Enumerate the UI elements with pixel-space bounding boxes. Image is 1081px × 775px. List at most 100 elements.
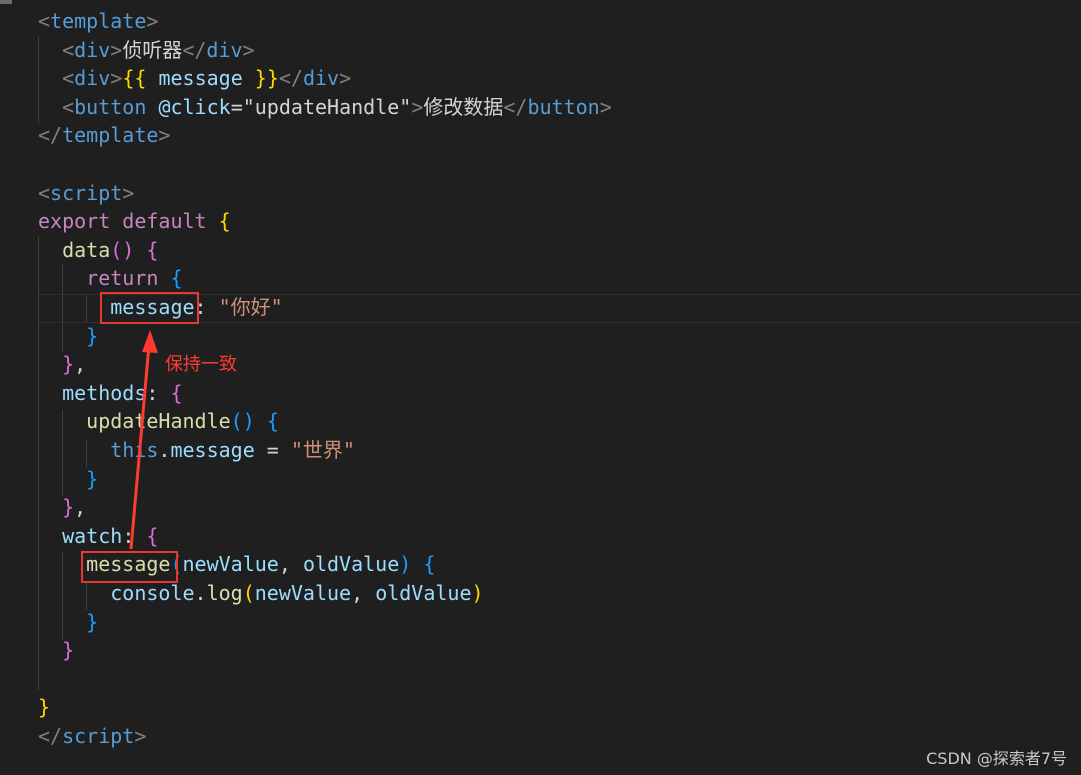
code-token: { bbox=[266, 409, 279, 434]
code-token: = bbox=[254, 438, 291, 462]
code-token: > bbox=[110, 66, 123, 91]
code-token: { bbox=[218, 209, 231, 234]
code-token: newValue bbox=[182, 552, 279, 577]
code-token: > bbox=[110, 37, 123, 62]
code-line[interactable]: } bbox=[38, 322, 98, 351]
code-token: updateHandle bbox=[86, 409, 231, 434]
code-line[interactable]: </template> bbox=[38, 121, 170, 150]
code-token: console bbox=[110, 581, 195, 605]
code-line[interactable]: } bbox=[38, 608, 98, 637]
code-line[interactable]: <button @click="updateHandle">修改数据</butt… bbox=[38, 93, 612, 122]
code-token: </ bbox=[38, 123, 63, 148]
code-line[interactable]: }, bbox=[38, 350, 86, 379]
annotation-label: 保持一致 bbox=[165, 354, 237, 375]
code-token: newValue bbox=[254, 581, 352, 605]
code-token: } bbox=[38, 695, 51, 720]
code-line[interactable]: <div>侦听器</div> bbox=[38, 36, 255, 65]
code-token: { bbox=[423, 552, 436, 577]
code-token: ) bbox=[471, 581, 484, 605]
code-line[interactable]: </script> bbox=[38, 722, 146, 751]
code-line[interactable]: <template> bbox=[38, 7, 158, 36]
code-token: > bbox=[599, 94, 612, 119]
code-token: watch bbox=[62, 523, 123, 548]
code-token: > bbox=[122, 180, 135, 205]
code-token: </ bbox=[278, 66, 303, 91]
code-token: . bbox=[158, 438, 171, 462]
code-token: template bbox=[62, 123, 159, 148]
code-line[interactable]: } bbox=[38, 693, 50, 722]
code-line[interactable]: <div>{{ message }}</div> bbox=[38, 64, 351, 93]
code-line[interactable]: console.log(newValue, oldValue) bbox=[38, 579, 484, 608]
top-partial-line-hint bbox=[0, 0, 12, 4]
code-token: div bbox=[74, 37, 111, 62]
code-token: } bbox=[62, 352, 75, 377]
code-token: button bbox=[74, 94, 147, 119]
code-line[interactable]: updateHandle() { bbox=[38, 407, 279, 436]
code-token: < bbox=[38, 180, 51, 205]
code-token: methods bbox=[62, 380, 147, 405]
code-editor[interactable]: <template> <div>侦听器</div> <div>{{ messag… bbox=[0, 0, 1081, 775]
code-token: </ bbox=[503, 94, 528, 119]
code-token: () bbox=[110, 237, 135, 262]
code-token: } bbox=[62, 638, 75, 663]
code-token: < bbox=[62, 66, 75, 91]
code-token: } bbox=[86, 609, 99, 634]
csdn-watermark: CSDN @探索者7号 bbox=[926, 749, 1067, 768]
code-line[interactable]: watch: { bbox=[38, 522, 158, 551]
code-token: </ bbox=[182, 37, 207, 62]
code-line[interactable]: export default { bbox=[38, 207, 231, 236]
code-token: template bbox=[50, 9, 147, 33]
code-line[interactable]: <script> bbox=[38, 179, 134, 208]
code-token: return bbox=[86, 266, 159, 291]
code-token: "世界" bbox=[290, 438, 355, 462]
code-token: ( bbox=[242, 581, 255, 605]
code-token: message bbox=[146, 66, 255, 91]
code-line[interactable]: data() { bbox=[38, 236, 158, 265]
code-token: > bbox=[242, 37, 255, 62]
code-token: </ bbox=[38, 724, 63, 748]
highlight-box-data-message bbox=[100, 292, 199, 324]
highlight-box-watch-message bbox=[81, 551, 178, 583]
code-token: oldValue bbox=[302, 552, 400, 577]
code-token: } bbox=[62, 495, 75, 520]
code-token: script bbox=[62, 724, 135, 748]
code-token: button bbox=[527, 94, 600, 119]
code-token: { bbox=[170, 266, 183, 291]
code-token: ) bbox=[399, 552, 412, 577]
code-token: oldValue bbox=[375, 581, 472, 605]
code-token: @click bbox=[158, 94, 231, 119]
code-token: } bbox=[86, 323, 99, 348]
code-token: 侦听器 bbox=[122, 37, 183, 62]
code-line[interactable]: return { bbox=[38, 264, 183, 293]
code-token: > bbox=[158, 123, 171, 148]
code-token: , bbox=[351, 581, 376, 605]
code-line[interactable]: } bbox=[38, 465, 98, 494]
code-token: div bbox=[302, 66, 340, 91]
code-token: this bbox=[110, 438, 159, 462]
code-token: : bbox=[146, 380, 171, 405]
code-token: , bbox=[278, 552, 303, 577]
code-token: message bbox=[170, 438, 255, 462]
code-line[interactable]: }, bbox=[38, 493, 86, 522]
code-line[interactable]: this.message = "世界" bbox=[38, 436, 355, 465]
code-token: = bbox=[230, 94, 243, 119]
code-line[interactable]: methods: { bbox=[38, 379, 182, 408]
code-line[interactable]: } bbox=[38, 636, 74, 665]
